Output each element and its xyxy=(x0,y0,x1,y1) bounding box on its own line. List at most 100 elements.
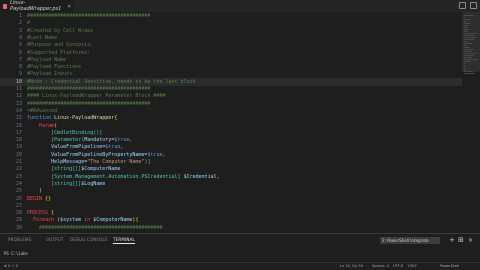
minimap-line xyxy=(464,47,471,48)
status-language[interactable]: PowerShell xyxy=(440,264,459,268)
status-spaces[interactable]: Spaces: 4 xyxy=(372,264,389,268)
code-token: Linux-PayloadWrapper xyxy=(54,115,115,122)
code-token: , xyxy=(162,151,166,158)
status-encoding[interactable]: UTF-8 xyxy=(393,264,403,268)
minimap-line xyxy=(464,45,467,46)
minimap-line xyxy=(464,29,469,30)
code-token: { xyxy=(51,210,55,217)
code-editor[interactable]: 1 #######################################… xyxy=(0,12,462,233)
code-token: Param xyxy=(39,122,55,129)
code-token: { xyxy=(114,115,118,122)
minimap-line xyxy=(464,23,470,24)
minimap-line xyxy=(464,35,475,36)
code-token: #Note : Credential Sensitive, needs to b… xyxy=(27,78,196,85)
status-eol[interactable]: CRLF xyxy=(408,264,417,268)
split-editor-icon[interactable] xyxy=(459,2,466,9)
line-number: 30 xyxy=(15,224,22,231)
code-token: #Payload Inputs xyxy=(27,71,73,78)
code-token: $LogName xyxy=(81,180,106,187)
code-token: ########################################… xyxy=(27,100,151,107)
split-terminal-button[interactable]: ⊞ xyxy=(458,236,464,245)
code-line[interactable]: 30 #####################################… xyxy=(0,224,462,232)
minimap-line xyxy=(464,65,466,66)
panel-header: PROBLEMS OUTPUT DEBUG CONSOLE TERMINAL 2… xyxy=(0,233,480,247)
minimap-line xyxy=(464,21,467,22)
minimap-line xyxy=(464,31,468,32)
tab-output[interactable]: OUTPUT xyxy=(46,237,64,242)
code-token: ValueFromPipelineByPropertyName xyxy=(51,151,145,158)
minimap[interactable] xyxy=(462,12,480,233)
status-cursor-position[interactable]: Ln 10, Col 54 xyxy=(340,264,363,268)
minimap-line xyxy=(464,57,472,58)
minimap-line xyxy=(464,15,475,16)
code-token: ########################################… xyxy=(27,224,163,231)
tab-debug-console[interactable]: DEBUG CONSOLE xyxy=(70,237,108,242)
minimap-line xyxy=(464,61,471,62)
add-terminal-button[interactable]: + xyxy=(449,236,455,245)
code-token: [Parameter( xyxy=(51,137,85,144)
minimap-line xyxy=(464,43,472,44)
tab-problems[interactable]: PROBLEMS xyxy=(8,237,31,242)
editor-actions xyxy=(459,2,477,9)
code-token: $true xyxy=(105,144,121,151)
code-token: "The Computer Name" xyxy=(87,159,145,165)
minimap-line xyxy=(464,17,465,18)
minimap-line xyxy=(464,67,465,68)
minimap-line xyxy=(464,63,466,64)
code-token: [string[]] xyxy=(51,180,82,187)
minimap-line xyxy=(464,59,478,60)
code-token: {} xyxy=(45,195,52,202)
terminal-area[interactable]: PS C:\Lab> xyxy=(0,247,480,262)
code-token: HelpMessage xyxy=(51,159,85,165)
minimap-line xyxy=(464,19,470,20)
minimap-line xyxy=(464,41,467,42)
status-problems[interactable]: ⊗ 0 ⚠ 0 xyxy=(4,264,18,268)
code-token: ########################################… xyxy=(27,13,151,19)
more-actions-icon[interactable] xyxy=(470,2,477,9)
minimap-line xyxy=(464,71,474,72)
code-token: ( xyxy=(54,122,58,129)
code-token: { xyxy=(135,217,139,224)
powershell-file-icon xyxy=(3,3,8,9)
file-tab-title: Linux-PayloadWrapper.ps1 xyxy=(10,0,62,12)
terminal-prompt: PS C:\Lab> xyxy=(4,251,29,256)
code-token: #Purpose and Synopsis: xyxy=(27,42,94,49)
code-token: $Credential xyxy=(183,173,217,180)
minimap-line xyxy=(464,51,472,52)
minimap-line xyxy=(464,53,476,54)
terminal-select[interactable]: 2: PowerShell Integrate xyxy=(380,237,440,244)
code-token: [CmdletBinding()] xyxy=(51,129,103,136)
minimap-line xyxy=(464,39,475,40)
code-token: #Payload Name xyxy=(27,56,67,63)
code-token: [string[]] xyxy=(51,166,82,173)
status-bar: ⊗ 0 ⚠ 0 Ln 10, Col 54 Spaces: 4 UTF-8 CR… xyxy=(0,262,480,270)
code-token: $ComputerName xyxy=(93,217,133,224)
code-token: Mandatory xyxy=(84,137,112,144)
minimap-line xyxy=(464,69,467,70)
code-token: $true xyxy=(114,137,130,144)
code-token: $system xyxy=(60,217,82,224)
code-token: # xyxy=(27,20,31,27)
close-panel-button[interactable]: × xyxy=(468,236,473,245)
minimap-line xyxy=(464,27,468,28)
file-tab[interactable]: Linux-PayloadWrapper.ps1 × xyxy=(0,0,74,12)
minimap-line xyxy=(464,25,470,26)
code-token: #Last Name xyxy=(27,34,58,41)
code-token: #Created by Cell Wraps xyxy=(27,27,94,34)
code-token: )] xyxy=(144,159,151,165)
tab-terminal[interactable]: TERMINAL xyxy=(113,237,135,244)
close-tab-icon[interactable]: × xyxy=(67,3,71,10)
code-token: , xyxy=(120,144,124,151)
code-token: #Payload Functions xyxy=(27,64,82,71)
code-token: #Supported Platforms: xyxy=(27,49,91,56)
code-token: #### Linux-PayloadWrapper Parameter Bloc… xyxy=(27,93,166,100)
code-token: ########################################… xyxy=(27,86,151,92)
